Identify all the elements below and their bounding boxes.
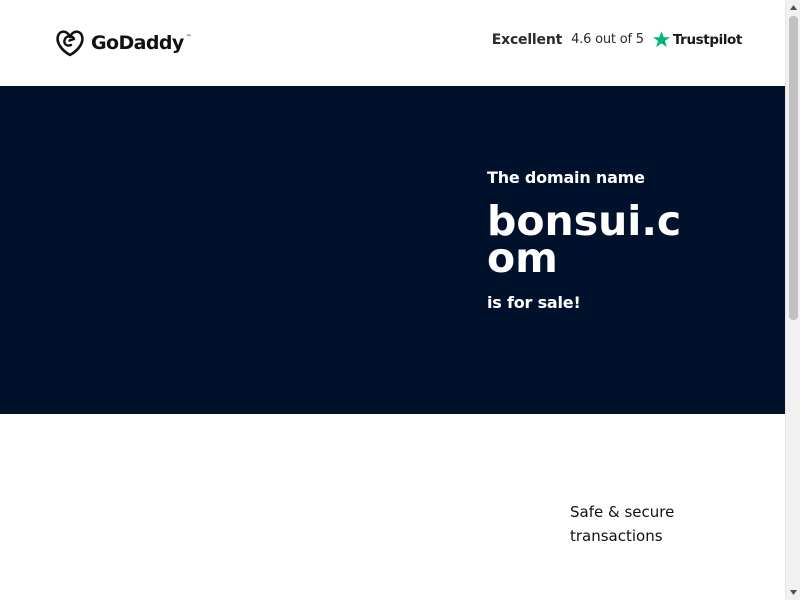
scroll-down-button[interactable] xyxy=(786,585,800,600)
scroll-thumb[interactable] xyxy=(789,16,798,320)
hero-pretitle: The domain name xyxy=(487,168,645,187)
hero-subtitle: is for sale! xyxy=(487,293,581,312)
trustpilot-name: Trustpilot xyxy=(672,31,743,48)
godaddy-logo[interactable]: GoDaddy ™ xyxy=(54,28,195,58)
rating-word: Excellent xyxy=(491,31,563,48)
hero-text: The domain name bonsui.com is for sale! xyxy=(487,168,707,313)
logo-wordmark: GoDaddy xyxy=(91,32,184,54)
scroll-up-arrow-icon xyxy=(790,5,797,10)
scroll-down-arrow-icon xyxy=(790,590,797,595)
vertical-scrollbar[interactable] xyxy=(785,0,800,600)
scroll-up-button[interactable] xyxy=(786,0,800,15)
rating-score: 4.6 out of 5 xyxy=(571,32,644,47)
logo-trademark: ™ xyxy=(185,33,192,41)
godaddy-logo-icon xyxy=(56,30,84,57)
domain-name: bonsui.com xyxy=(487,197,682,282)
page: GoDaddy ™ Excellent 4.6 out of 5 Trustpi… xyxy=(0,0,785,600)
hero-banner: The domain name bonsui.com is for sale! xyxy=(0,86,785,414)
trustpilot-rating[interactable]: Excellent 4.6 out of 5 Trustpilot xyxy=(492,30,742,49)
trustpilot-star-icon xyxy=(652,31,670,48)
safe-secure-label: Safe & secure transactions xyxy=(570,503,675,545)
header: GoDaddy ™ Excellent 4.6 out of 5 Trustpi… xyxy=(0,0,785,86)
